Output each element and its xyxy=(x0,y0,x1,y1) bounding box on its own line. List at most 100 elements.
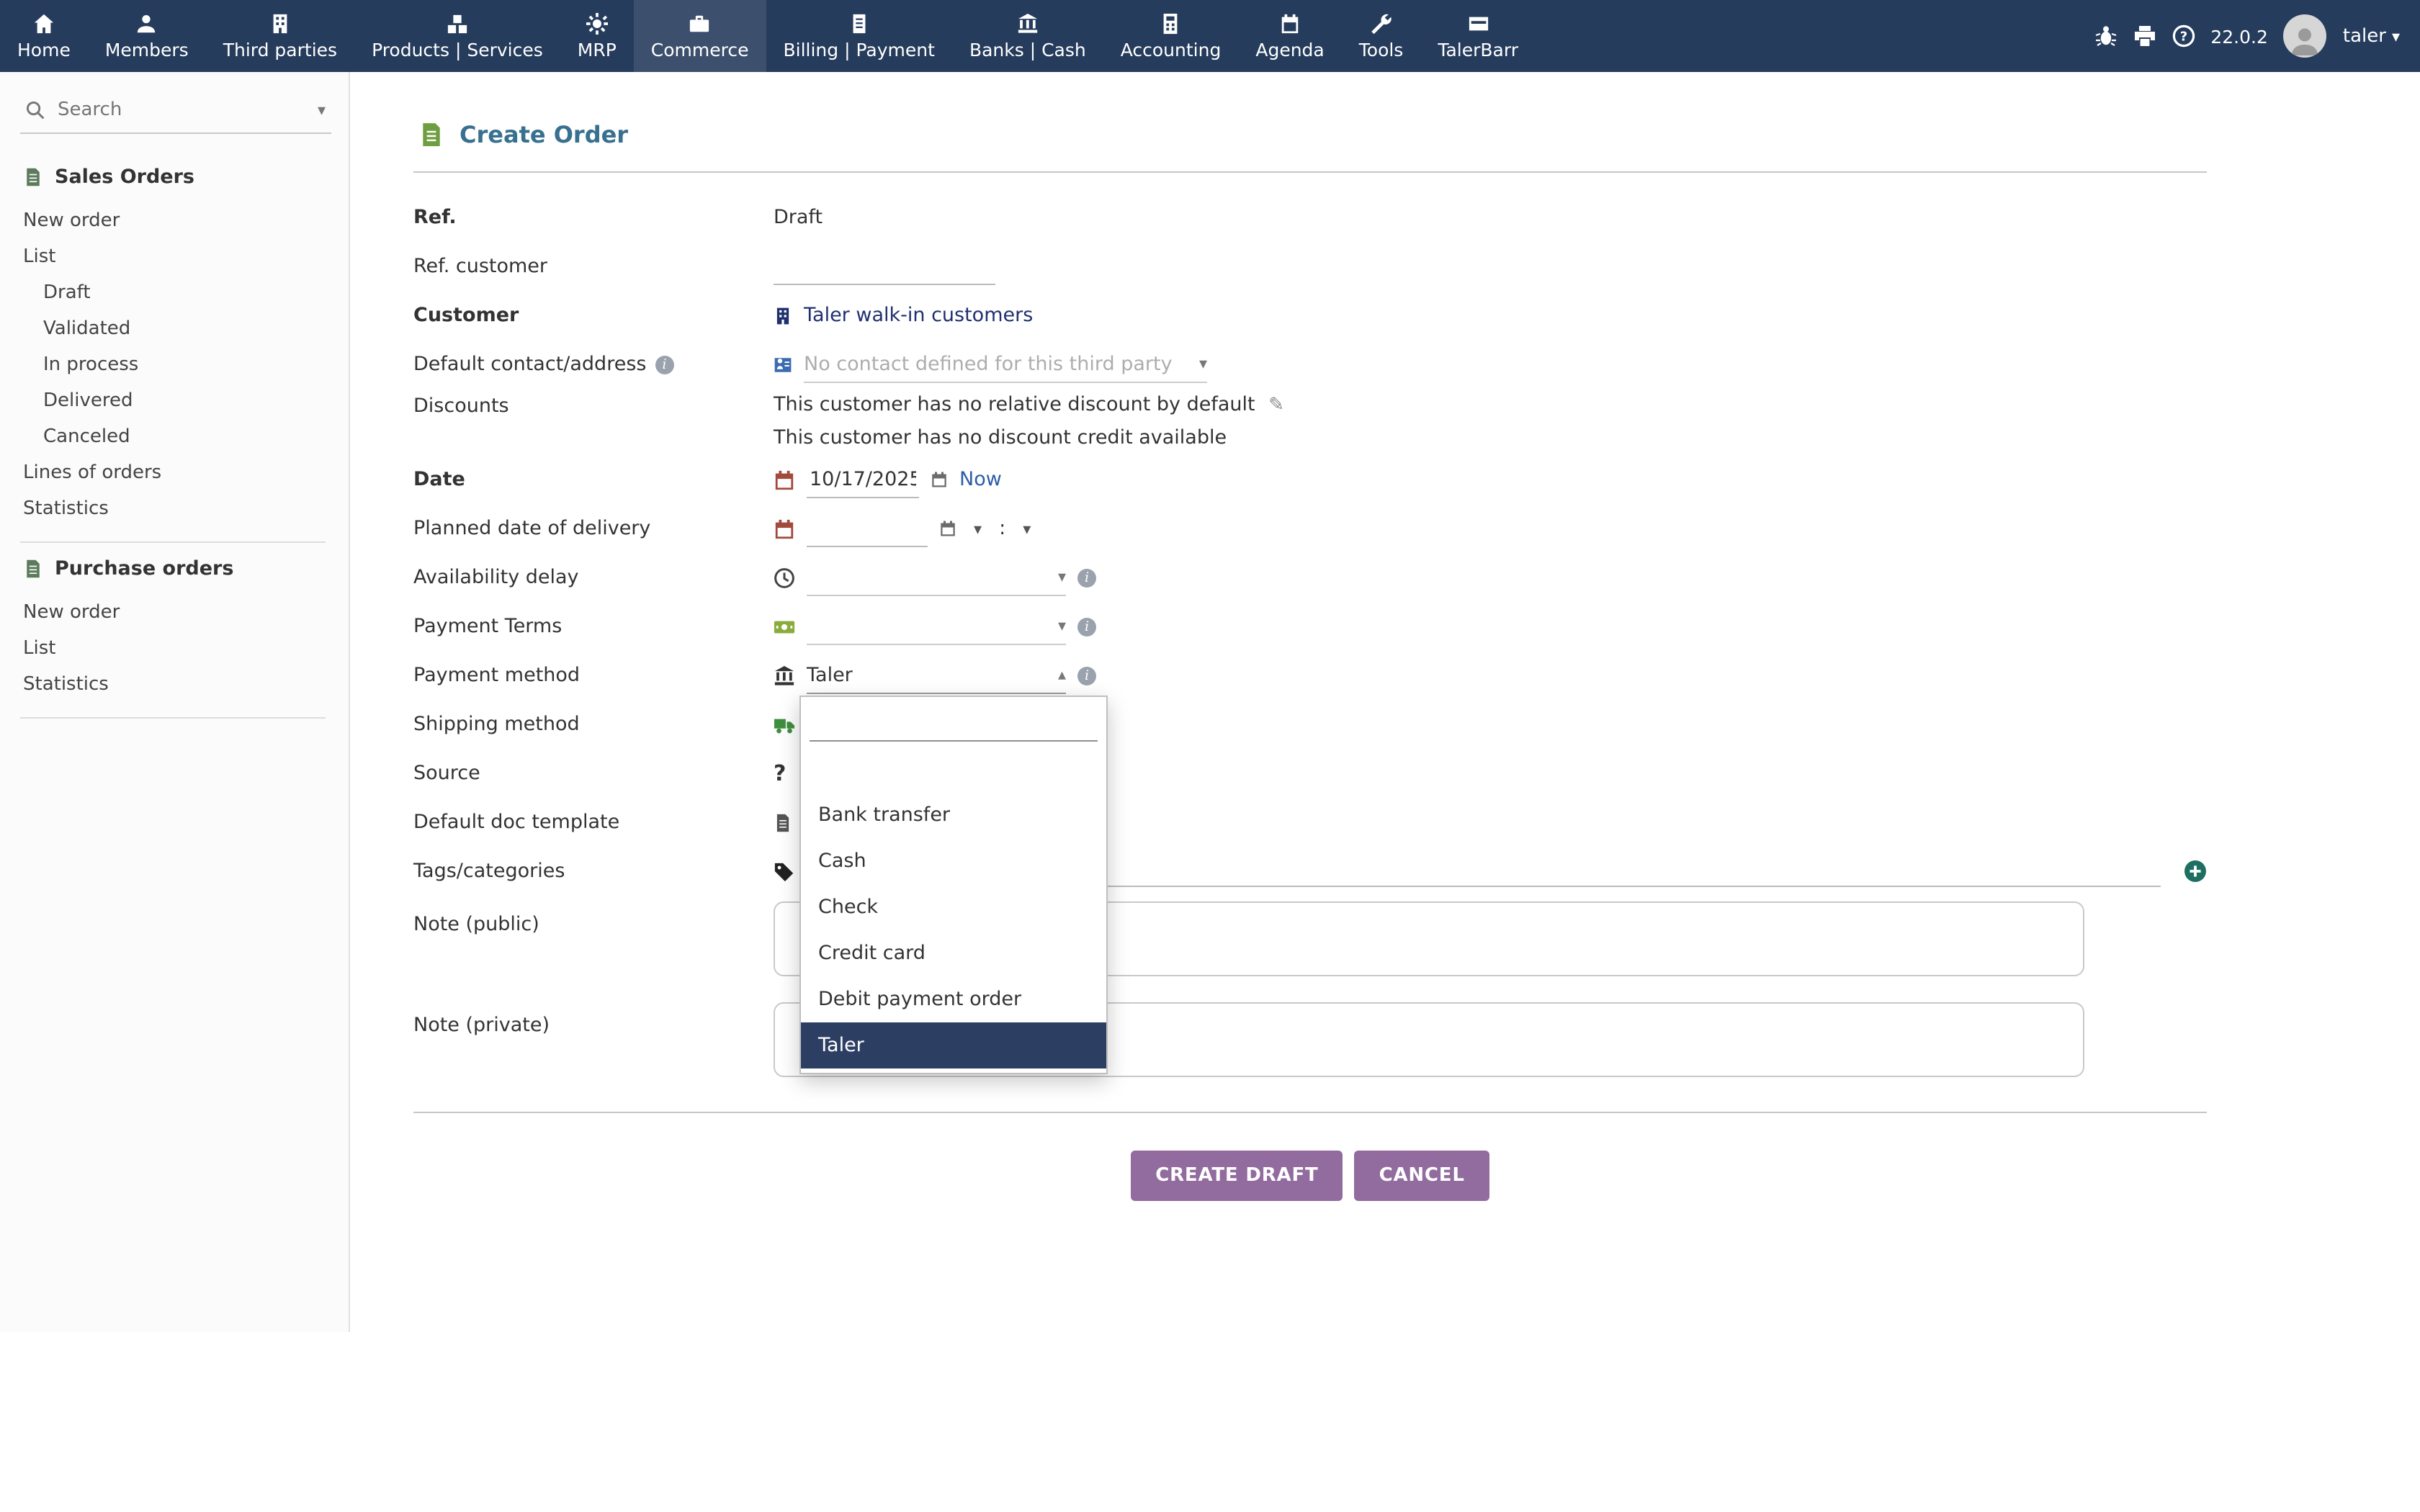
nav-item-accounting[interactable]: Accounting xyxy=(1103,0,1239,72)
members-icon xyxy=(136,12,158,34)
availability-info-icon[interactable]: i xyxy=(1077,568,1096,587)
nav-item-products-services[interactable]: Products | Services xyxy=(354,0,560,72)
printer-icon[interactable] xyxy=(2133,24,2156,48)
divider xyxy=(413,1112,2207,1113)
ref-customer-label: Ref. customer xyxy=(413,255,774,278)
create-draft-button[interactable]: CREATE DRAFT xyxy=(1131,1151,1343,1201)
document-icon xyxy=(774,813,792,832)
nav-item-talerbarr[interactable]: TalerBarr xyxy=(1420,0,1536,72)
dropdown-option-taler[interactable]: Taler xyxy=(801,1022,1106,1068)
discounts-line-2: This customer has no discount credit ava… xyxy=(774,422,2207,455)
sidebar-item-new-order[interactable]: New order xyxy=(20,203,331,239)
help-icon[interactable]: ? xyxy=(2172,24,2195,48)
products-icon xyxy=(447,12,468,34)
sales-orders-icon xyxy=(23,167,43,187)
truck-icon xyxy=(774,714,795,735)
dropdown-option-credit-card[interactable]: Credit card xyxy=(801,930,1106,976)
mrp-icon xyxy=(586,12,608,34)
ref-label: Ref. xyxy=(413,206,774,229)
sidebar-item-validated[interactable]: Validated xyxy=(20,311,331,347)
nav-item-billing-payment[interactable]: Billing | Payment xyxy=(766,0,952,72)
sidebar-item-canceled[interactable]: Canceled xyxy=(20,419,331,455)
now-link[interactable]: Now xyxy=(959,468,1002,491)
dropdown-search-input[interactable] xyxy=(810,707,1098,742)
sidebar-item-delivered[interactable]: Delivered xyxy=(20,383,331,419)
dropdown-option-check[interactable]: Check xyxy=(801,884,1106,930)
nav-item-members[interactable]: Members xyxy=(88,0,206,72)
customer-label: Customer xyxy=(413,304,774,327)
dropdown-option-empty[interactable] xyxy=(801,747,1106,792)
date-input[interactable] xyxy=(807,462,919,498)
sidebar-search[interactable]: ▾ xyxy=(20,89,331,134)
row-date: Date Now xyxy=(413,455,2207,504)
source-label: Source xyxy=(413,762,774,785)
row-ref: Ref. Draft xyxy=(413,193,2207,242)
delivery-hour-select[interactable]: ▾ xyxy=(968,519,987,538)
left-sidebar: ▾ Sales Orders New order List Draft Vali… xyxy=(0,72,350,1332)
nav-item-mrp[interactable]: MRP xyxy=(560,0,634,72)
question-icon: ? xyxy=(774,760,786,786)
edit-pencil-icon[interactable]: ✎ xyxy=(1268,395,1284,416)
user-menu[interactable]: taler ▾ xyxy=(2343,25,2400,47)
delivery-minute-select[interactable]: ▾ xyxy=(1017,519,1036,538)
nav-item-agenda[interactable]: Agenda xyxy=(1238,0,1341,72)
money-bill-icon xyxy=(774,616,795,637)
row-planned-delivery: Planned date of delivery ▾ : ▾ xyxy=(413,504,2207,553)
nav-item-third-parties[interactable]: Third parties xyxy=(206,0,354,72)
availability-select[interactable]: ▾ xyxy=(807,559,1066,595)
ref-customer-input[interactable] xyxy=(774,248,995,284)
ref-value: Draft xyxy=(774,206,823,229)
divider xyxy=(413,171,2207,173)
sidebar-item-draft[interactable]: Draft xyxy=(20,275,331,311)
sidebar-item-po-list[interactable]: List xyxy=(20,631,331,667)
page-title: Create Order xyxy=(419,121,2207,148)
search-icon xyxy=(26,101,45,120)
sidebar-item-po-statistics[interactable]: Statistics xyxy=(20,667,331,703)
bug-report-icon[interactable] xyxy=(2094,24,2117,48)
payment-terms-select[interactable]: ▾ xyxy=(807,608,1066,644)
delivery-date-picker-icon[interactable] xyxy=(939,520,956,537)
sidebar-item-lines-of-orders[interactable]: Lines of orders xyxy=(20,455,331,491)
discounts-line-1: This customer has no relative discount b… xyxy=(774,389,2207,422)
username-label: taler xyxy=(2343,25,2386,47)
dropdown-option-debit-payment-order[interactable]: Debit payment order xyxy=(801,976,1106,1022)
delivery-date-input[interactable] xyxy=(807,510,928,546)
customer-link[interactable]: Taler walk-in customers xyxy=(804,304,1033,327)
row-ref-customer: Ref. customer xyxy=(413,242,2207,291)
sidebar-item-statistics[interactable]: Statistics xyxy=(20,491,331,527)
sidebar-section-title: Purchase orders xyxy=(55,557,233,580)
sidebar-item-list[interactable]: List xyxy=(20,239,331,275)
dropdown-option-cash[interactable]: Cash xyxy=(801,838,1106,884)
row-note-public: Note (public) xyxy=(413,901,2207,976)
bank-icon xyxy=(774,665,795,686)
commerce-icon xyxy=(689,12,711,34)
dropdown-option-bank-transfer[interactable]: Bank transfer xyxy=(801,792,1106,838)
page: Home Members Third parties Products | Se… xyxy=(0,0,2420,1512)
contact-select[interactable]: No contact defined for this third party … xyxy=(804,346,1207,382)
payment-method-info-icon[interactable]: i xyxy=(1077,666,1096,685)
payment-method-value: Taler xyxy=(807,663,853,686)
cancel-button[interactable]: CANCEL xyxy=(1355,1151,1489,1201)
avatar[interactable] xyxy=(2284,14,2327,58)
company-icon xyxy=(774,306,792,325)
nav-item-commerce[interactable]: Commerce xyxy=(634,0,766,72)
payment-method-select[interactable]: Taler ▴ xyxy=(807,657,1066,693)
search-dropdown-caret-icon[interactable]: ▾ xyxy=(318,101,326,120)
row-customer: Customer Taler walk-in customers xyxy=(413,291,2207,340)
shipping-label: Shipping method xyxy=(413,713,774,736)
payment-terms-info-icon[interactable]: i xyxy=(1077,617,1096,636)
sidebar-item-po-new-order[interactable]: New order xyxy=(20,595,331,631)
date-picker-icon[interactable] xyxy=(931,471,948,488)
time-separator: : xyxy=(999,517,1005,540)
nav-item-tools[interactable]: Tools xyxy=(1342,0,1421,72)
sidebar-item-in-process[interactable]: In process xyxy=(20,347,331,383)
add-tag-icon[interactable] xyxy=(2184,860,2207,883)
row-shipping: Shipping method xyxy=(413,700,2207,749)
nav-item-banks-cash[interactable]: Banks | Cash xyxy=(952,0,1103,72)
calendar-icon xyxy=(774,518,795,539)
nav-item-home[interactable]: Home xyxy=(0,0,88,72)
top-navbar: Home Members Third parties Products | Se… xyxy=(0,0,2420,72)
contact-info-icon[interactable]: i xyxy=(655,355,673,374)
nav-item-label: TalerBarr xyxy=(1438,38,1518,60)
search-input[interactable] xyxy=(55,98,308,122)
